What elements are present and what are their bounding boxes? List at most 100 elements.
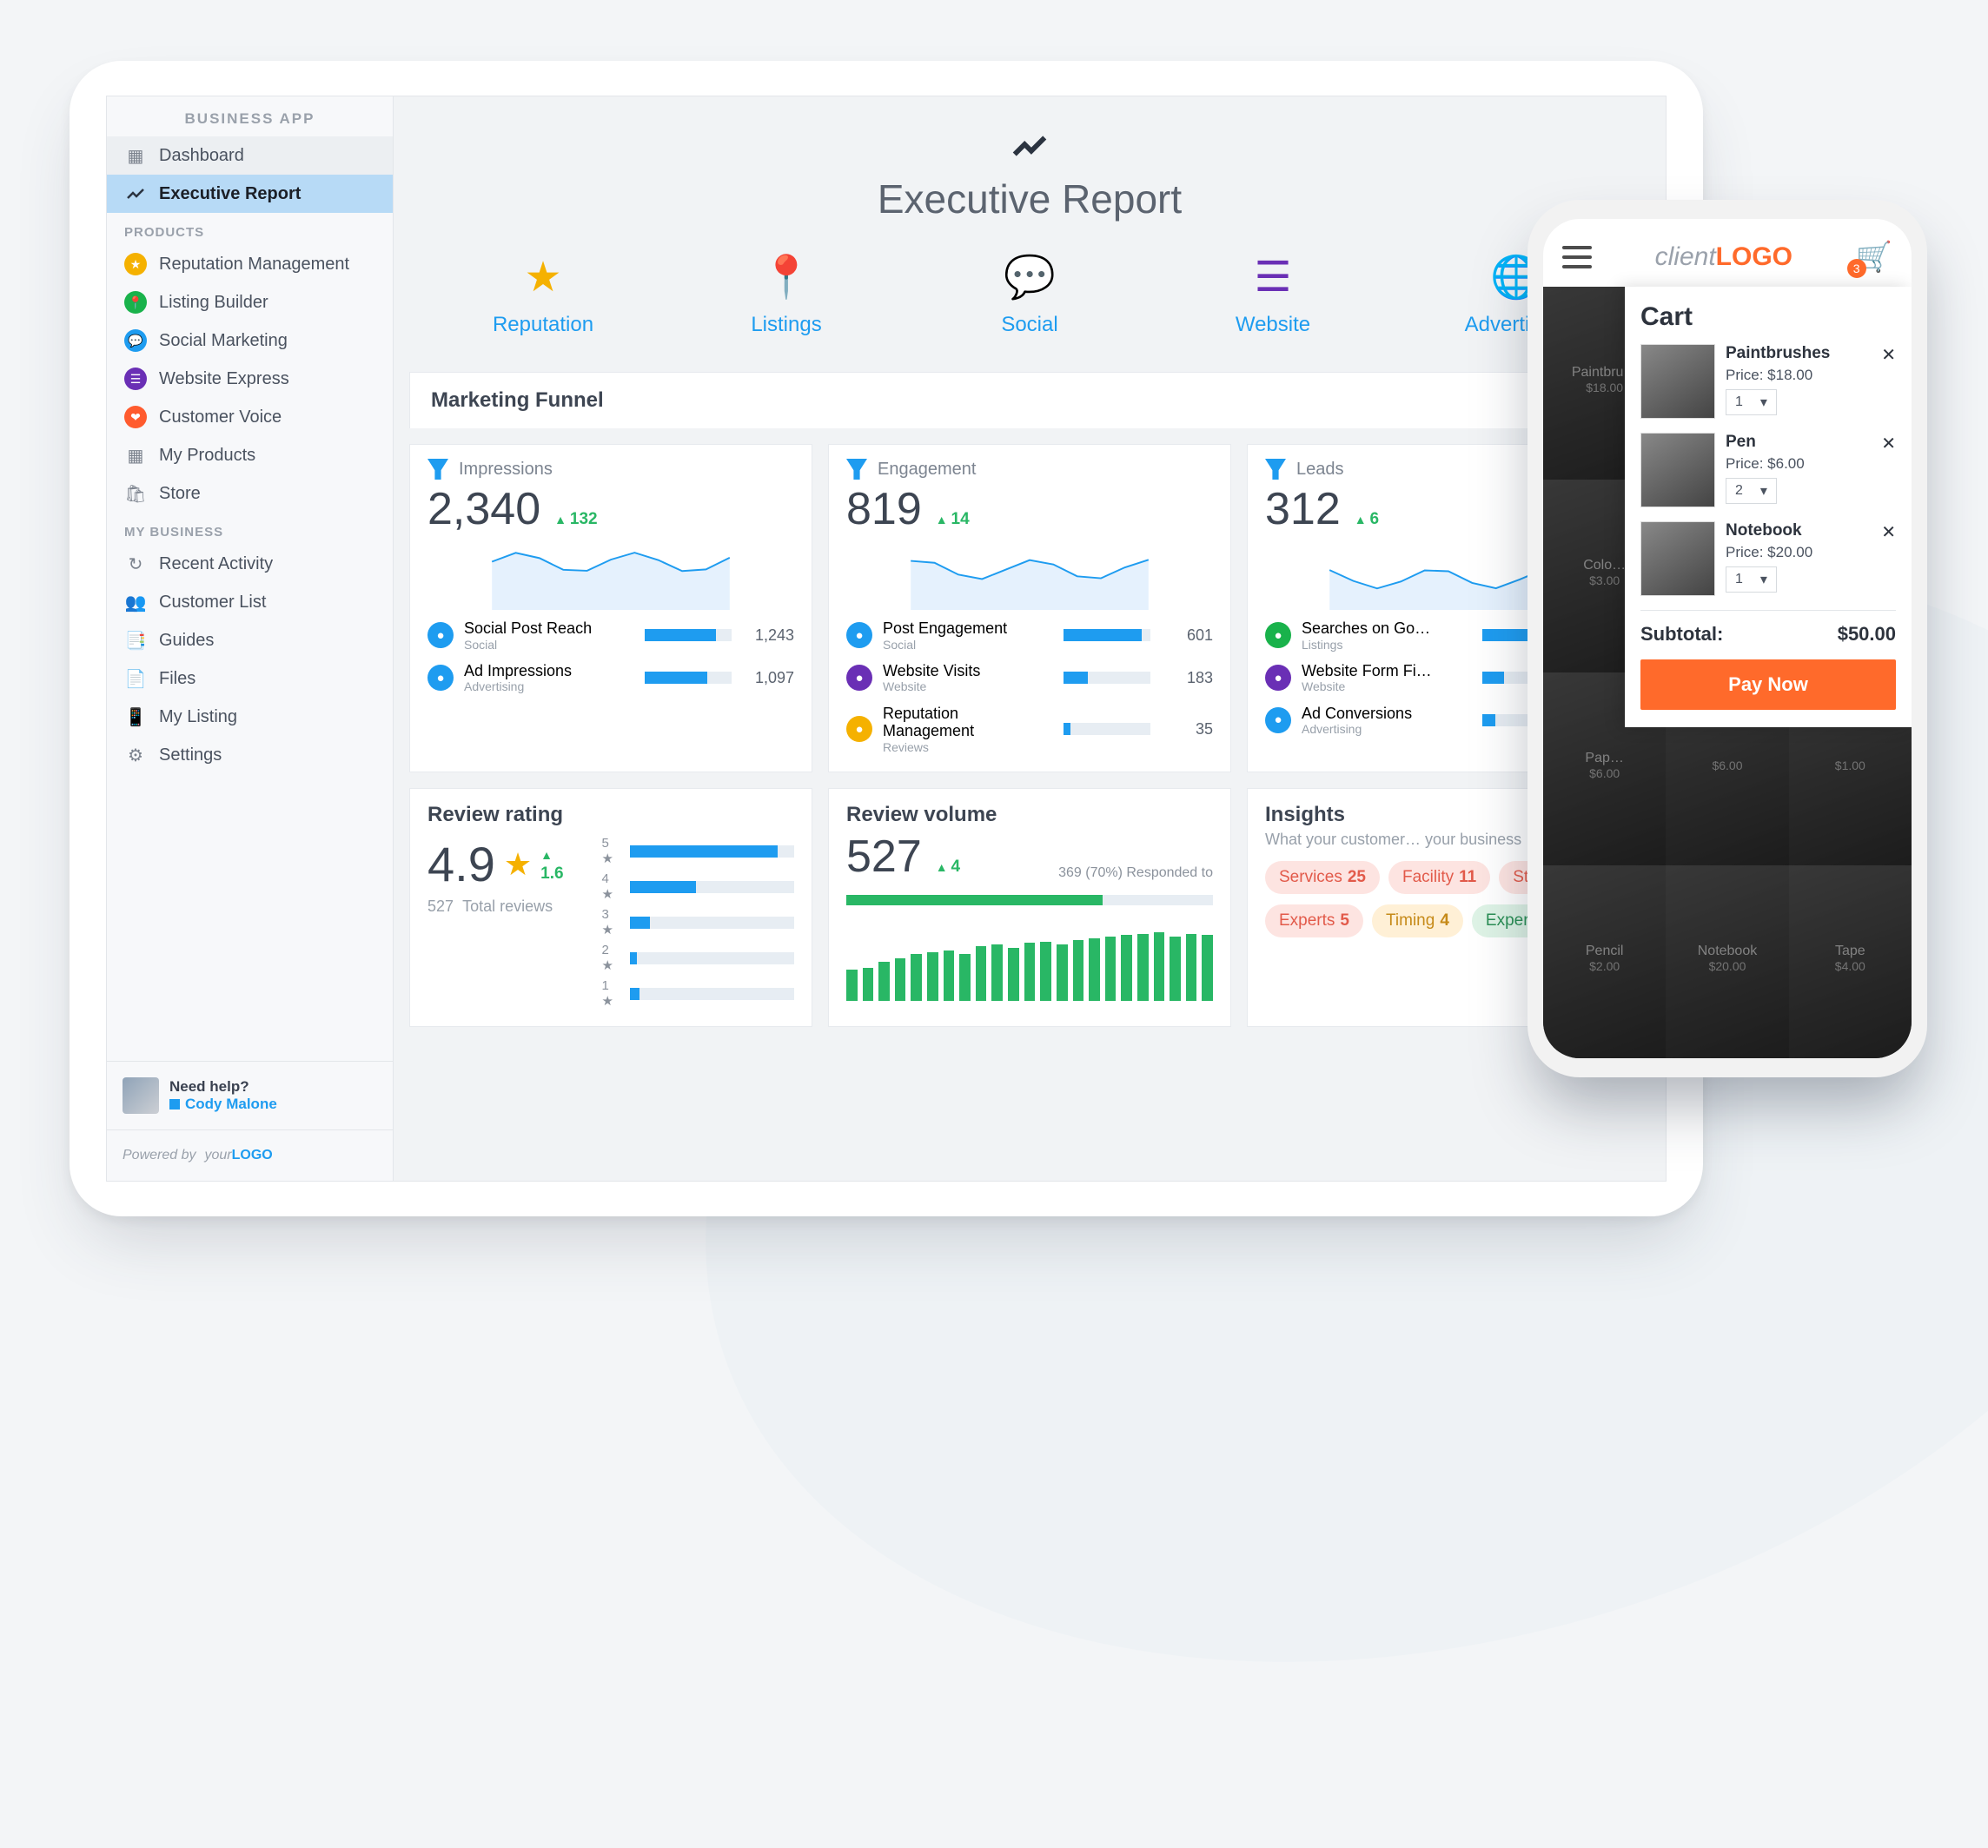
volume-bar [991, 944, 1003, 1001]
metric-row: ● Social Post ReachSocial 1,243 [427, 614, 794, 657]
metric-label: Social Post ReachSocial [464, 619, 634, 652]
cart-item-name: Notebook [1726, 521, 1896, 540]
metric-chip-icon: ● [846, 665, 872, 691]
volume-bar [927, 952, 938, 1001]
metric-name: Engagement [878, 460, 976, 480]
product-icon: ❤ [124, 406, 147, 428]
cart-item-qty[interactable]: 1▾ [1726, 566, 1777, 593]
insight-pill[interactable]: Experts 5 [1265, 904, 1363, 937]
cart-item-qty[interactable]: 1▾ [1726, 389, 1777, 415]
metric-value: 1,243 [742, 626, 794, 645]
metric-name: Impressions [459, 460, 553, 480]
tab-label: Reputation [482, 313, 604, 337]
sidebar-item-files[interactable]: 📄Files [107, 659, 393, 698]
metric-row: ● Post EngagementSocial 601 [846, 614, 1213, 657]
volume-bar [1008, 948, 1019, 1001]
sidebar-item-store[interactable]: 🛍Store [107, 474, 393, 513]
responded-progress [846, 895, 1213, 905]
sidebar-item-label: Settings [159, 745, 222, 765]
sidebar-item-customer-voice[interactable]: ❤Customer Voice [107, 398, 393, 436]
metric-row: ● Reputation ManagementReviews 35 [846, 699, 1213, 759]
cart-panel: Cart Paintbrushes Price: $18.00 1▾ ✕ Pen… [1625, 287, 1912, 727]
pay-now-button[interactable]: Pay Now [1640, 659, 1896, 710]
nav-icon: 📑 [124, 629, 147, 652]
rating-bar: 2 ★ [602, 943, 794, 973]
product-tile[interactable]: Tape$4.00 [1789, 865, 1912, 1058]
tab-listings[interactable]: 📍 Listings [726, 257, 847, 337]
sparkline [427, 535, 794, 610]
metric-chip-icon: ● [1265, 707, 1291, 733]
tab-social[interactable]: 💬 Social [969, 257, 1090, 337]
nav-icon: 👥 [124, 591, 147, 613]
rating-bar: 1 ★ [602, 978, 794, 1009]
metric-big-value: 312 [1265, 483, 1341, 535]
metric-value: 183 [1161, 669, 1213, 687]
sidebar-item-website-express[interactable]: ☰Website Express [107, 360, 393, 398]
rating-delta: 1.6 [540, 845, 567, 884]
product-tile[interactable]: Notebook$20.00 [1666, 865, 1788, 1058]
sidebar-item-recent-activity[interactable]: ↻Recent Activity [107, 545, 393, 583]
sidebar-item-social-marketing[interactable]: 💬Social Marketing [107, 321, 393, 360]
page-hero: Executive Report [394, 96, 1666, 235]
tablet-frame: BUSINESS APP ▦ Dashboard Executive Repor… [70, 61, 1703, 1216]
sidebar-item-label: My Listing [159, 707, 237, 727]
subtotal-value: $50.00 [1838, 623, 1896, 646]
metric-chip-icon: ● [846, 716, 872, 742]
trend-icon [124, 182, 147, 205]
metric-bar [1064, 723, 1150, 735]
hamburger-icon[interactable] [1562, 246, 1592, 268]
volume-bar [1170, 937, 1181, 1001]
insight-pill[interactable]: Facility 11 [1388, 861, 1490, 894]
cart-title: Cart [1640, 302, 1896, 332]
tab-reputation[interactable]: ★ Reputation [482, 257, 604, 337]
metric-value: 35 [1161, 720, 1213, 739]
sidebar-item-my-products[interactable]: ▦My Products [107, 436, 393, 474]
metric-big-value: 819 [846, 483, 922, 535]
cart-icon[interactable]: 🛒3 [1856, 240, 1892, 275]
metric-chip-icon: ● [427, 665, 454, 691]
insight-pill[interactable]: Timing 4 [1372, 904, 1463, 937]
metric-bar [1064, 629, 1150, 641]
help-box[interactable]: Need help? Cody Malone [107, 1061, 393, 1129]
volume-bar [976, 946, 987, 1001]
sidebar-app-label: BUSINESS APP [107, 96, 393, 136]
volume-bar [895, 958, 906, 1002]
funnel-icon [427, 459, 448, 480]
remove-item-button[interactable]: ✕ [1881, 344, 1896, 366]
cart-item: Notebook Price: $20.00 1▾ ✕ [1640, 521, 1896, 596]
cart-item-qty[interactable]: 2▾ [1726, 478, 1777, 504]
sidebar-item-guides[interactable]: 📑Guides [107, 621, 393, 659]
help-agent-name: Cody Malone [169, 1096, 277, 1113]
sidebar-item-customer-list[interactable]: 👥 Customer List [107, 583, 393, 621]
funnel-card-impressions: Impressions 2,340132 ● Social Post Reach… [409, 444, 812, 772]
volume-bar [959, 954, 971, 1001]
remove-item-button[interactable]: ✕ [1881, 521, 1896, 543]
metric-label: Searches on Go…Listings [1302, 619, 1472, 652]
tab-label: Listings [726, 313, 847, 337]
sidebar-item-label: Customer List [159, 593, 266, 613]
sidebar-item-reputation-management[interactable]: ★Reputation Management [107, 245, 393, 283]
sidebar-item-dashboard[interactable]: ▦ Dashboard [107, 136, 393, 175]
website-icon: ☰ [1212, 257, 1334, 299]
volume-bar [1202, 935, 1213, 1001]
section-title-funnel: Marketing Funnel [409, 372, 1650, 428]
volume-bar [1154, 932, 1165, 1001]
volume-delta: 4 [936, 858, 960, 877]
listings-icon: 📍 [726, 257, 847, 299]
metric-big-value: 2,340 [427, 483, 540, 535]
tab-website[interactable]: ☰ Website [1212, 257, 1334, 337]
remove-item-button[interactable]: ✕ [1881, 433, 1896, 454]
volume-bar [1137, 934, 1149, 1001]
sidebar-item-my-listing[interactable]: 📱My Listing [107, 698, 393, 736]
phone-frame: clientLOGO 🛒3 Paintbru…$18.00Colo…$3.00P… [1527, 200, 1927, 1077]
metric-bar [1064, 672, 1150, 684]
volume-bar [944, 950, 955, 1002]
sidebar-item-settings[interactable]: ⚙Settings [107, 736, 393, 774]
sparkline [846, 535, 1213, 610]
app-window: BUSINESS APP ▦ Dashboard Executive Repor… [106, 96, 1667, 1182]
sidebar-item-executive-report[interactable]: Executive Report [107, 175, 393, 213]
product-tile[interactable]: Pencil$2.00 [1543, 865, 1666, 1058]
insight-pill[interactable]: Services 25 [1265, 861, 1380, 894]
sidebar-item-listing-builder[interactable]: 📍Listing Builder [107, 283, 393, 321]
metric-label: Website VisitsWebsite [883, 662, 1053, 694]
